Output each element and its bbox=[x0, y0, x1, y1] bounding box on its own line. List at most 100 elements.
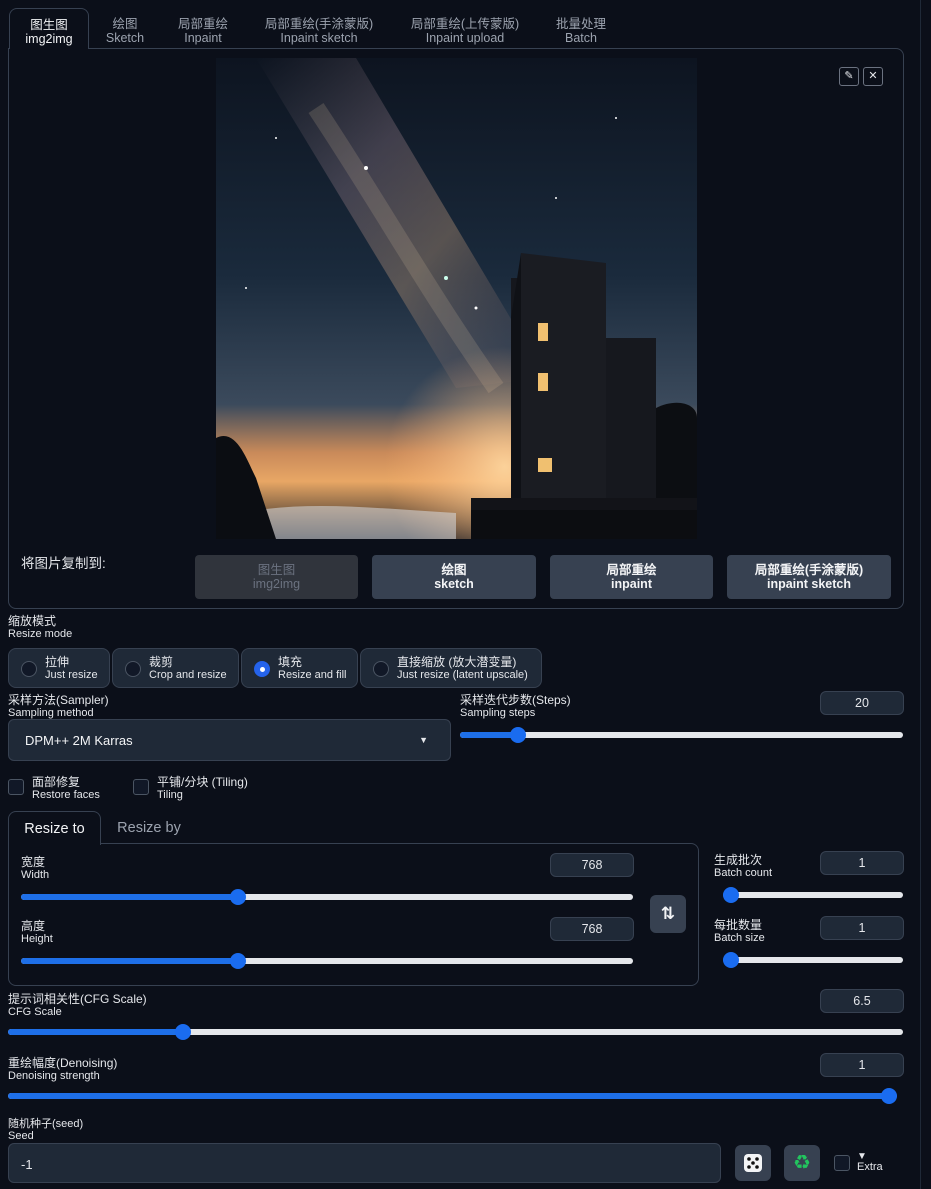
restore-faces-checkbox[interactable] bbox=[8, 779, 24, 795]
radio-dot-selected[interactable] bbox=[254, 661, 270, 677]
radio-dot[interactable] bbox=[21, 661, 37, 677]
batch-count-label: 生成批次 Batch count bbox=[714, 854, 773, 880]
steps-label: 采样迭代步数(Steps) Sampling steps bbox=[460, 693, 571, 720]
label-cn: 缩放模式 bbox=[8, 614, 57, 628]
copy-to-sketch-button[interactable]: 绘图 sketch bbox=[372, 555, 536, 599]
label-cn: 采样方法(Sampler) bbox=[8, 693, 109, 707]
tab-label-cn: 局部重绘 bbox=[177, 17, 228, 31]
tab-label-cn: 图生图 bbox=[30, 18, 68, 32]
denoising-number-input[interactable]: 1 bbox=[820, 1053, 904, 1077]
tab-label-en: Batch bbox=[565, 31, 597, 45]
tab-resize-to[interactable]: Resize to bbox=[8, 811, 101, 845]
width-slider[interactable] bbox=[21, 888, 633, 906]
option-label-cn: 填充 bbox=[278, 655, 303, 669]
slider-handle[interactable] bbox=[230, 953, 247, 969]
slider-fill bbox=[21, 958, 239, 964]
slider-track[interactable] bbox=[723, 957, 903, 963]
slider-fill bbox=[8, 1093, 889, 1099]
steps-slider[interactable] bbox=[460, 726, 903, 744]
tiling-checkbox[interactable] bbox=[133, 779, 149, 795]
tab-inpaint-upload[interactable]: 局部重绘(上传蒙版) Inpaint upload bbox=[398, 8, 532, 48]
recycle-icon: ♻ bbox=[793, 1152, 811, 1174]
close-icon[interactable]: ✕ bbox=[863, 67, 883, 86]
resize-mode-crop-and-resize[interactable]: 裁剪 Crop and resize bbox=[112, 648, 239, 688]
label-cn: 采样迭代步数(Steps) bbox=[460, 693, 571, 707]
width-number-input[interactable]: 768 bbox=[550, 853, 634, 877]
label-cn: 面部修复 bbox=[32, 775, 81, 789]
batch-size-number-input[interactable]: 1 bbox=[820, 916, 904, 940]
copy-to-img2img-button[interactable]: 图生图 img2img bbox=[195, 555, 358, 599]
label-en: Batch count bbox=[714, 867, 773, 879]
resize-mode-latent-upscale[interactable]: 直接缩放 (放大潜变量) Just resize (latent upscale) bbox=[360, 648, 542, 688]
label-en: CFG Scale bbox=[8, 1006, 62, 1018]
tab-inpaint[interactable]: 局部重绘 Inpaint bbox=[162, 8, 244, 48]
height-slider[interactable] bbox=[21, 952, 633, 970]
tab-inpaint-sketch[interactable]: 局部重绘(手涂蒙版) Inpaint sketch bbox=[252, 8, 386, 48]
radio-dot[interactable] bbox=[125, 661, 141, 677]
tab-label-cn: 绘图 bbox=[112, 17, 138, 31]
extra-checkbox[interactable] bbox=[834, 1155, 850, 1171]
tab-label-en: Sketch bbox=[105, 31, 145, 45]
height-number-input[interactable]: 768 bbox=[550, 917, 634, 941]
steps-number-input[interactable]: 20 bbox=[820, 691, 904, 715]
tiling-label: 平铺/分块 (Tiling) Tiling bbox=[157, 776, 248, 802]
swap-dimensions-button[interactable]: ⇅ bbox=[650, 895, 686, 933]
tab-label-cn: 局部重绘(手涂蒙版) bbox=[264, 17, 374, 31]
seed-value: -1 bbox=[21, 1157, 33, 1172]
batch-count-number-input[interactable]: 1 bbox=[820, 851, 904, 875]
seed-input[interactable]: -1 bbox=[8, 1143, 721, 1183]
tab-batch[interactable]: 批量处理 Batch bbox=[544, 8, 618, 48]
label-en: Width bbox=[21, 869, 50, 881]
label-en: Seed bbox=[8, 1130, 34, 1142]
sampler-dropdown[interactable]: DPM++ 2M Karras ▼ bbox=[8, 719, 451, 761]
copy-to-inpaint-sketch-button[interactable]: 局部重绘(手涂蒙版) inpaint sketch bbox=[727, 555, 891, 599]
label-en: Sampling method bbox=[8, 707, 94, 719]
slider-track[interactable] bbox=[460, 732, 903, 738]
copy-button-label-cn: 局部重绘 bbox=[606, 563, 657, 577]
label-en: Denoising strength bbox=[8, 1070, 100, 1082]
slider-handle[interactable] bbox=[881, 1088, 897, 1104]
resize-mode-just-resize[interactable]: 拉伸 Just resize bbox=[8, 648, 110, 688]
tab-sketch[interactable]: 绘图 Sketch bbox=[92, 8, 158, 48]
label-en: Tiling bbox=[157, 789, 183, 801]
denoising-slider[interactable] bbox=[8, 1087, 897, 1105]
slider-handle[interactable] bbox=[723, 952, 739, 968]
restore-faces-label: 面部修复 Restore faces bbox=[32, 775, 100, 802]
tab-label-cn: 批量处理 bbox=[555, 17, 606, 31]
width-label: 宽度 Width bbox=[21, 856, 50, 882]
copy-to-inpaint-button[interactable]: 局部重绘 inpaint bbox=[550, 555, 713, 599]
label-cn: 高度 bbox=[21, 919, 46, 933]
reuse-seed-button[interactable]: ♻ bbox=[784, 1145, 820, 1181]
tab-resize-by[interactable]: Resize by bbox=[104, 811, 194, 844]
cfg-scale-number-input[interactable]: 6.5 bbox=[820, 989, 904, 1013]
extra-toggle[interactable]: ▼ Extra bbox=[857, 1151, 883, 1173]
sampler-label: 采样方法(Sampler) Sampling method bbox=[8, 693, 109, 720]
random-seed-button[interactable] bbox=[735, 1145, 771, 1181]
option-label-cn: 直接缩放 (放大潜变量) bbox=[397, 655, 517, 669]
tab-img2img[interactable]: 图生图 img2img bbox=[9, 8, 89, 49]
copy-to-label: 将图片复制到: bbox=[21, 556, 106, 571]
slider-handle[interactable] bbox=[723, 887, 739, 903]
slider-fill bbox=[21, 894, 239, 900]
pencil-icon[interactable]: ✎ bbox=[839, 67, 859, 86]
slider-handle[interactable] bbox=[174, 1024, 191, 1040]
slider-track[interactable] bbox=[723, 892, 903, 898]
cfg-scale-slider[interactable] bbox=[8, 1023, 903, 1041]
source-image[interactable] bbox=[216, 58, 697, 539]
slider-handle[interactable] bbox=[230, 889, 247, 905]
option-label-cn: 裁剪 bbox=[149, 655, 174, 669]
denoising-label: 重绘幅度(Denoising) Denoising strength bbox=[8, 1057, 117, 1083]
copy-button-label-cn: 局部重绘(手涂蒙版) bbox=[754, 563, 864, 577]
slider-handle[interactable] bbox=[509, 727, 526, 743]
radio-dot[interactable] bbox=[373, 661, 389, 677]
batch-size-slider[interactable] bbox=[723, 951, 903, 969]
resize-mode-resize-and-fill[interactable]: 填充 Resize and fill bbox=[241, 648, 358, 688]
swap-arrows-icon: ⇅ bbox=[660, 904, 676, 923]
label-cn: 每批数量 bbox=[714, 918, 763, 932]
batch-count-slider[interactable] bbox=[723, 886, 903, 904]
chevron-down-icon: ▼ bbox=[419, 735, 428, 745]
option-label-en: Just resize bbox=[45, 669, 98, 681]
copy-button-label-cn: 绘图 bbox=[441, 563, 467, 577]
tab-label-en: Inpaint upload bbox=[425, 31, 505, 45]
option-label-en: Resize and fill bbox=[278, 669, 347, 681]
